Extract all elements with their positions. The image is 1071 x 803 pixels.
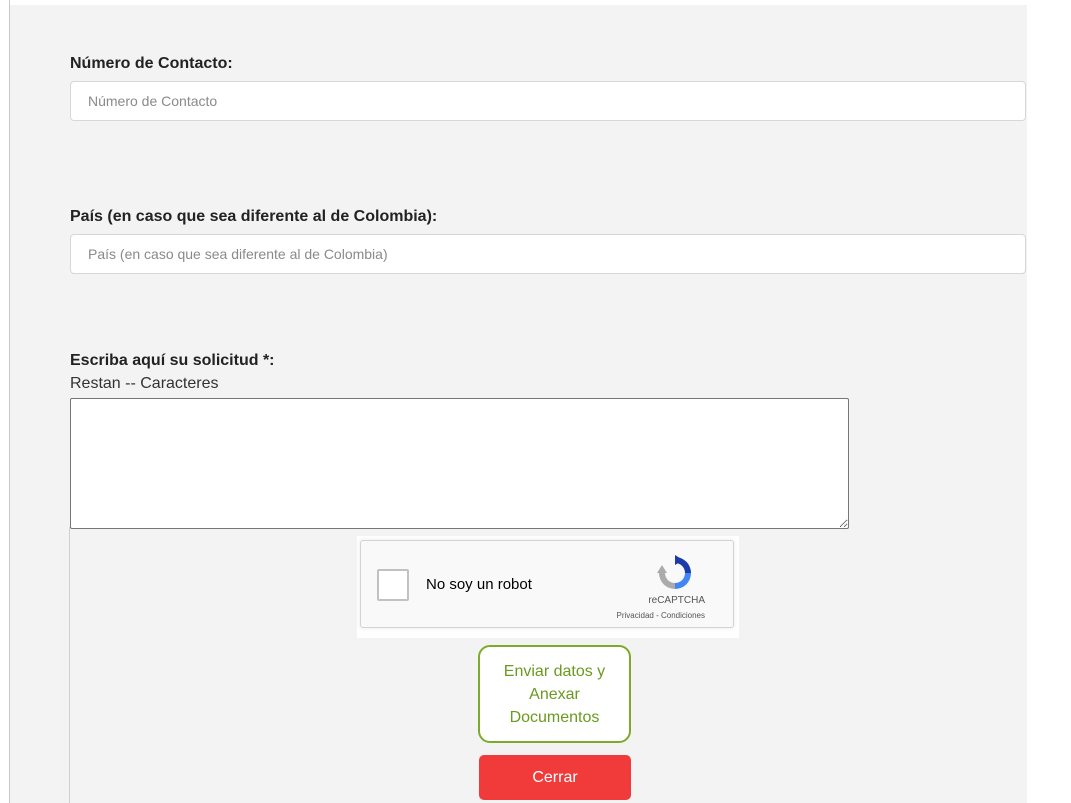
captcha-brand: reCAPTCHA	[648, 595, 705, 606]
captcha-privacy-links[interactable]: Privacidad - Condiciones	[617, 611, 706, 620]
close-button[interactable]: Cerrar	[479, 755, 631, 800]
send-data-button[interactable]: Enviar datos y Anexar Documentos	[478, 645, 631, 743]
country-input[interactable]	[70, 234, 1026, 274]
inner-border	[69, 527, 70, 803]
country-label: País (en caso que sea diferente al de Co…	[70, 208, 438, 225]
request-label: Escriba aquí su solicitud *:	[70, 352, 275, 369]
contact-label: Número de Contacto:	[70, 55, 233, 72]
page: Número de Contacto: País (en caso que se…	[0, 0, 1071, 803]
recaptcha-widget: No soy un robot reCAPTCHA Privacidad - C…	[360, 540, 734, 628]
character-counter: Restan -- Caracteres	[70, 375, 219, 392]
captcha-container: No soy un robot reCAPTCHA Privacidad - C…	[357, 536, 739, 638]
recaptcha-logo-icon	[657, 555, 691, 589]
captcha-label: No soy un robot	[426, 576, 532, 593]
request-textarea[interactable]	[70, 398, 849, 529]
captcha-checkbox[interactable]	[377, 569, 409, 601]
contact-input[interactable]	[70, 81, 1026, 121]
